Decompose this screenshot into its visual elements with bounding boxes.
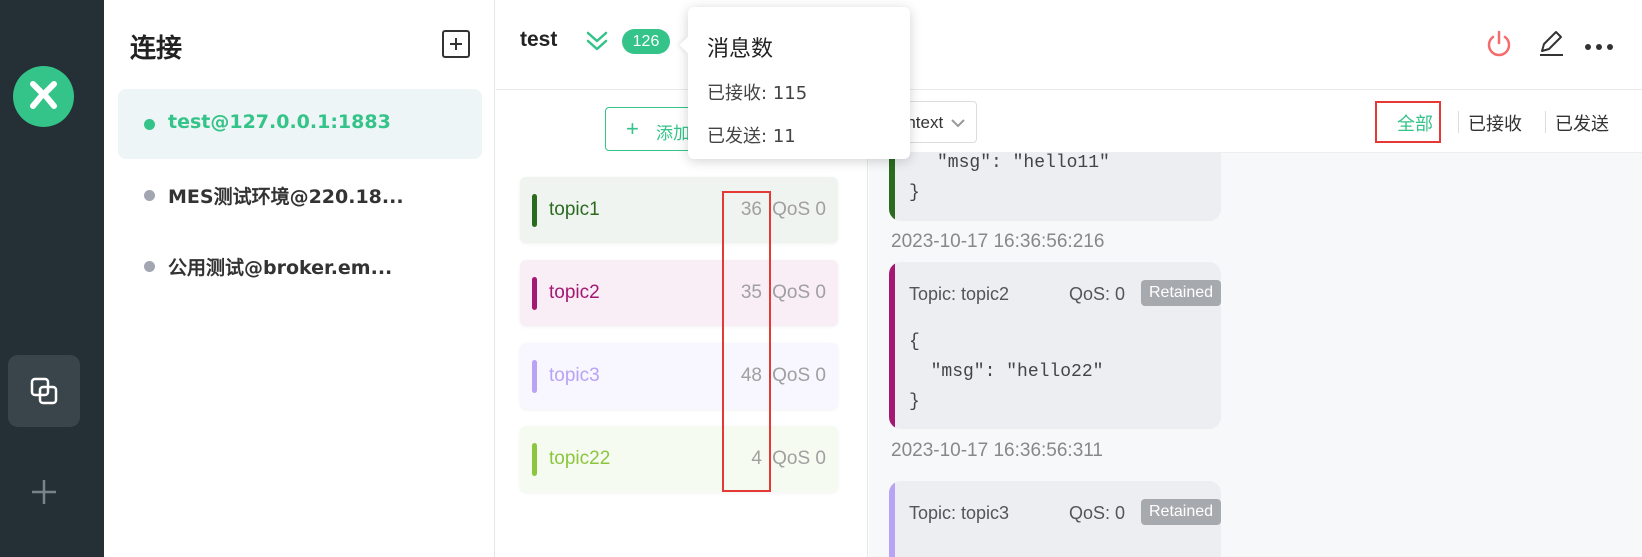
message-payload-line: "msg": "hello11"	[937, 153, 1110, 173]
topic-name: topic3	[549, 365, 600, 386]
topic-color-bar	[532, 194, 537, 227]
message-bubble[interactable]: Topic: topic3 QoS: 0 Retained	[889, 481, 1221, 557]
message-bubble[interactable]: Topic: topic2 QoS: 0 Retained { "msg": "…	[889, 262, 1221, 429]
connection-header: test 126	[496, 0, 1642, 90]
message-payload-line: }	[909, 183, 920, 203]
topic-qos: QoS 0	[772, 365, 826, 386]
topic-name: topic22	[549, 448, 611, 469]
topic-item-topic22[interactable]: topic22 4 QoS 0	[520, 426, 838, 492]
message-payload-line: "msg": "hello22"	[909, 362, 1104, 382]
status-dot	[144, 261, 155, 272]
message-count-tooltip: 消息数 已接收: 115 已发送: 11	[688, 7, 910, 159]
status-dot	[144, 119, 155, 130]
topic-item-topic3[interactable]: topic3 48 QoS 0	[520, 343, 838, 409]
power-icon[interactable]	[1484, 28, 1514, 63]
plus-icon: +	[626, 116, 639, 141]
divider	[1458, 111, 1459, 133]
topic-color-bar	[532, 360, 537, 393]
topic-item-topic2[interactable]: topic2 35 QoS 0	[520, 260, 838, 326]
message-color-bar	[889, 481, 895, 557]
topic-qos: QoS 0	[772, 448, 826, 469]
topic-qos: QoS 0	[772, 199, 826, 220]
annotation-highlight-box	[1375, 101, 1441, 143]
topic-qos: QoS 0	[772, 282, 826, 303]
connection-item-public[interactable]: 公用测试@broker.em...	[118, 231, 482, 301]
connections-icon	[30, 377, 58, 405]
message-qos: QoS: 0	[1069, 503, 1126, 523]
topic-color-bar	[532, 277, 537, 310]
collapse-icon[interactable]	[584, 28, 610, 59]
topic-name: topic2	[549, 282, 600, 303]
connections-sidebar: 连接 test@127.0.0.1:1883 MES测试环境@220.18...…	[104, 0, 495, 557]
tooltip-title: 消息数	[707, 37, 774, 62]
new-nav-button[interactable]	[28, 476, 60, 508]
message-count-badge[interactable]: 126	[622, 29, 670, 54]
connection-item-test[interactable]: test@127.0.0.1:1883	[118, 89, 482, 159]
filter-sent[interactable]: 已发送	[1555, 110, 1609, 136]
messages-toolbar: Plaintext 全部 已接收 已发送	[869, 91, 1642, 153]
connection-label: MES测试环境@220.18...	[168, 186, 404, 208]
tooltip-received-row: 已接收: 115	[707, 83, 808, 104]
retained-badge: Retained	[1141, 280, 1221, 306]
connection-label: 公用测试@broker.em...	[168, 257, 393, 279]
topic-item-topic1[interactable]: topic1 36 QoS 0	[520, 177, 838, 243]
sidebar-title: 连接	[130, 34, 183, 64]
annotation-highlight-box	[722, 191, 771, 492]
tooltip-sent-row: 已发送: 11	[707, 126, 796, 147]
message-qos: QoS: 0	[1069, 284, 1126, 304]
message-timestamp: 2023-10-17 16:36:56:311	[891, 440, 1103, 461]
connection-title: test	[520, 28, 558, 51]
subscriptions-panel: + 添加 topic1 36 QoS 0 topic2 35 QoS 0 top…	[496, 91, 868, 557]
topic-color-bar	[532, 443, 537, 476]
chevron-down-icon	[950, 116, 966, 134]
message-topic: Topic: topic2	[909, 284, 1010, 304]
plus-icon	[32, 480, 56, 504]
topic-name: topic1	[549, 199, 600, 220]
mqttx-logo	[13, 66, 74, 127]
retained-badge: Retained	[1141, 499, 1221, 525]
message-topic: Topic: topic3	[909, 503, 1010, 523]
plus-square-icon[interactable]	[442, 30, 470, 58]
message-color-bar	[889, 262, 895, 429]
app-rail	[0, 0, 104, 557]
connections-nav-button[interactable]	[8, 355, 80, 427]
connection-label: test@127.0.0.1:1883	[168, 111, 391, 133]
more-icon[interactable]	[1584, 38, 1614, 56]
message-payload-line: {	[909, 332, 920, 352]
connection-item-mes[interactable]: MES测试环境@220.18...	[118, 160, 482, 230]
messages-panel: Plaintext 全部 已接收 已发送 "msg": "hello11" } …	[869, 91, 1642, 557]
divider	[1545, 111, 1546, 133]
filter-received[interactable]: 已接收	[1468, 110, 1522, 136]
message-payload-line: }	[909, 392, 920, 412]
status-dot	[144, 190, 155, 201]
message-timestamp: 2023-10-17 16:36:56:216	[891, 231, 1105, 252]
edit-icon[interactable]	[1536, 28, 1566, 63]
